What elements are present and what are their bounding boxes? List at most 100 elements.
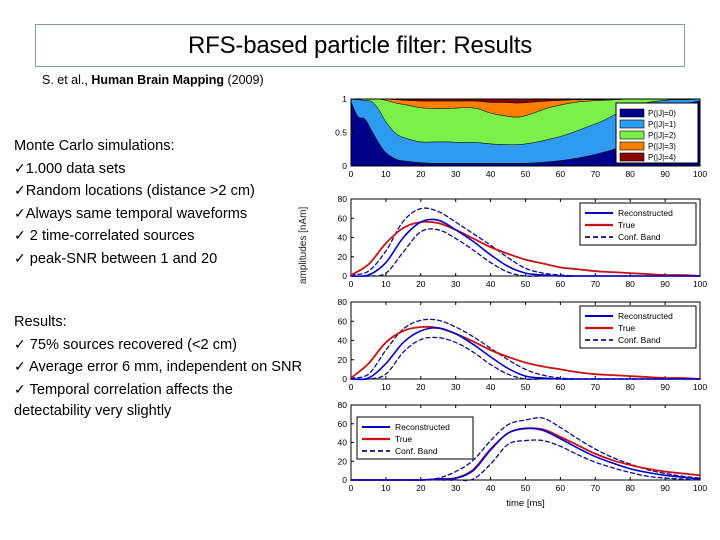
svg-text:50: 50 (521, 169, 531, 179)
svg-text:30: 30 (451, 483, 461, 493)
figure-panel-group: amplitudes [nAm] 0 10 20 30 40 50 60 70 80 90 100 0… (296, 88, 712, 512)
svg-text:70: 70 (591, 483, 601, 493)
results-item: ✓ 75% sources recovered (<2 cm) (14, 334, 306, 357)
svg-text:0.5: 0.5 (335, 128, 347, 138)
svg-text:70: 70 (591, 382, 601, 392)
svg-text:60: 60 (338, 316, 348, 326)
svg-text:30: 30 (451, 279, 461, 289)
chart-source-2-waveform: 0 10 20 30 40 50 60 70 80 90 100 0 20 40 60 80 Reconstru… (296, 294, 712, 398)
svg-text:70: 70 (591, 279, 601, 289)
results-item: ✓ Average error 6 mm, independent on SNR (14, 356, 306, 379)
svg-text:P(|J|=1): P(|J|=1) (648, 120, 676, 129)
check-icon: ✓ (14, 358, 26, 374)
svg-text:20: 20 (338, 355, 348, 365)
citation-year: (2009) (224, 73, 264, 87)
svg-text:Reconstructed: Reconstructed (618, 208, 673, 218)
svg-text:50: 50 (521, 382, 531, 392)
monte-carlo-item: ✓ peak-SNR between 1 and 20 (14, 248, 306, 271)
svg-text:40: 40 (486, 169, 496, 179)
source-3-waveform-svg: 0 10 20 30 40 50 60 70 80 90 100 0 20 40 60 80 Reconstru… (338, 400, 708, 509)
svg-text:True: True (395, 434, 412, 444)
svg-text:20: 20 (338, 252, 348, 262)
results-item-label: Average error 6 mm, independent on SNR (25, 359, 303, 375)
svg-text:80: 80 (625, 483, 635, 493)
svg-text:0: 0 (349, 382, 354, 392)
svg-text:80: 80 (625, 279, 635, 289)
monte-carlo-block: Monte Carlo simulations: ✓1.000 data sets… (14, 136, 306, 270)
results-heading: Results: (14, 314, 67, 330)
citation: S. et al., Human Brain Mapping (2009) (42, 73, 264, 87)
results-item: ✓ Temporal correlation affects the detec… (14, 379, 306, 423)
monte-carlo-heading: Monte Carlo simulations: (14, 138, 175, 154)
svg-text:Conf. Band: Conf. Band (618, 232, 661, 242)
svg-text:60: 60 (556, 169, 566, 179)
monte-carlo-item: ✓1.000 data sets (14, 158, 306, 181)
svg-text:0: 0 (342, 475, 347, 485)
check-icon: ✓ (14, 204, 26, 221)
svg-text:10: 10 (381, 169, 391, 179)
svg-text:80: 80 (625, 169, 635, 179)
monte-carlo-item-label: Always same temporal waveforms (25, 205, 248, 222)
svg-text:20: 20 (416, 279, 426, 289)
svg-text:0: 0 (342, 161, 347, 171)
svg-text:40: 40 (486, 279, 496, 289)
svg-text:40: 40 (486, 382, 496, 392)
svg-text:70: 70 (591, 169, 601, 179)
monte-carlo-item: ✓Always same temporal waveforms (14, 203, 306, 226)
svg-text:50: 50 (521, 279, 531, 289)
svg-text:20: 20 (416, 169, 426, 179)
svg-text:100: 100 (693, 169, 707, 179)
svg-text:60: 60 (338, 419, 348, 429)
svg-text:Conf. Band: Conf. Band (618, 335, 661, 345)
source-1-waveform-svg: 0 10 20 30 40 50 60 70 80 90 100 0 20 40 60 80 Reconstru… (338, 194, 708, 289)
svg-text:90: 90 (660, 169, 670, 179)
svg-text:90: 90 (660, 382, 670, 392)
svg-text:60: 60 (556, 279, 566, 289)
citation-author: S. et al., (42, 73, 92, 87)
svg-text:100: 100 (693, 382, 707, 392)
svg-text:Reconstructed: Reconstructed (395, 422, 450, 432)
svg-text:10: 10 (381, 483, 391, 493)
results-block: Results: ✓ 75% sources recovered (<2 cm) ✓… (14, 312, 306, 423)
svg-text:20: 20 (416, 483, 426, 493)
svg-text:Reconstructed: Reconstructed (618, 311, 673, 321)
monte-carlo-item-label: Random locations (distance >2 cm) (25, 183, 255, 199)
svg-text:90: 90 (660, 483, 670, 493)
svg-text:90: 90 (660, 279, 670, 289)
svg-text:True: True (618, 220, 635, 230)
title-box: RFS-based particle filter: Results (35, 24, 685, 67)
svg-text:60: 60 (338, 213, 348, 223)
svg-text:60: 60 (556, 382, 566, 392)
source-2-waveform-svg: 0 10 20 30 40 50 60 70 80 90 100 0 20 40 60 80 Reconstru… (338, 297, 708, 392)
svg-text:time [ms]: time [ms] (506, 498, 545, 509)
svg-text:80: 80 (338, 194, 348, 204)
check-icon: ✓ (14, 227, 26, 243)
svg-text:80: 80 (338, 400, 348, 410)
monte-carlo-item-label: peak-SNR between 1 and 20 (25, 250, 218, 267)
svg-text:0: 0 (342, 374, 347, 384)
svg-text:P(|J|=0): P(|J|=0) (648, 109, 676, 118)
svg-text:40: 40 (486, 483, 496, 493)
monte-carlo-item-label: 1.000 data sets (25, 160, 126, 177)
svg-text:60: 60 (556, 483, 566, 493)
check-icon: ✓ (14, 159, 26, 176)
svg-text:20: 20 (338, 456, 348, 466)
svg-text:0: 0 (349, 279, 354, 289)
svg-text:P(|J|=3): P(|J|=3) (648, 142, 676, 151)
svg-text:1: 1 (342, 94, 347, 104)
chart-source-3-waveform: 0 10 20 30 40 50 60 70 80 90 100 0 20 40 60 80 Reconstru… (296, 397, 712, 512)
check-icon: ✓ (14, 182, 26, 198)
svg-text:P(|J|=4): P(|J|=4) (648, 153, 676, 162)
svg-text:Conf. Band: Conf. Band (395, 446, 438, 456)
svg-text:30: 30 (451, 169, 461, 179)
svg-text:10: 10 (381, 279, 391, 289)
svg-text:50: 50 (521, 483, 531, 493)
svg-text:0: 0 (349, 483, 354, 493)
svg-text:10: 10 (381, 382, 391, 392)
svg-text:20: 20 (416, 382, 426, 392)
svg-text:40: 40 (338, 336, 348, 346)
svg-text:100: 100 (693, 483, 707, 493)
check-icon: ✓ (14, 249, 26, 266)
svg-text:80: 80 (338, 297, 348, 307)
svg-text:True: True (618, 323, 635, 333)
